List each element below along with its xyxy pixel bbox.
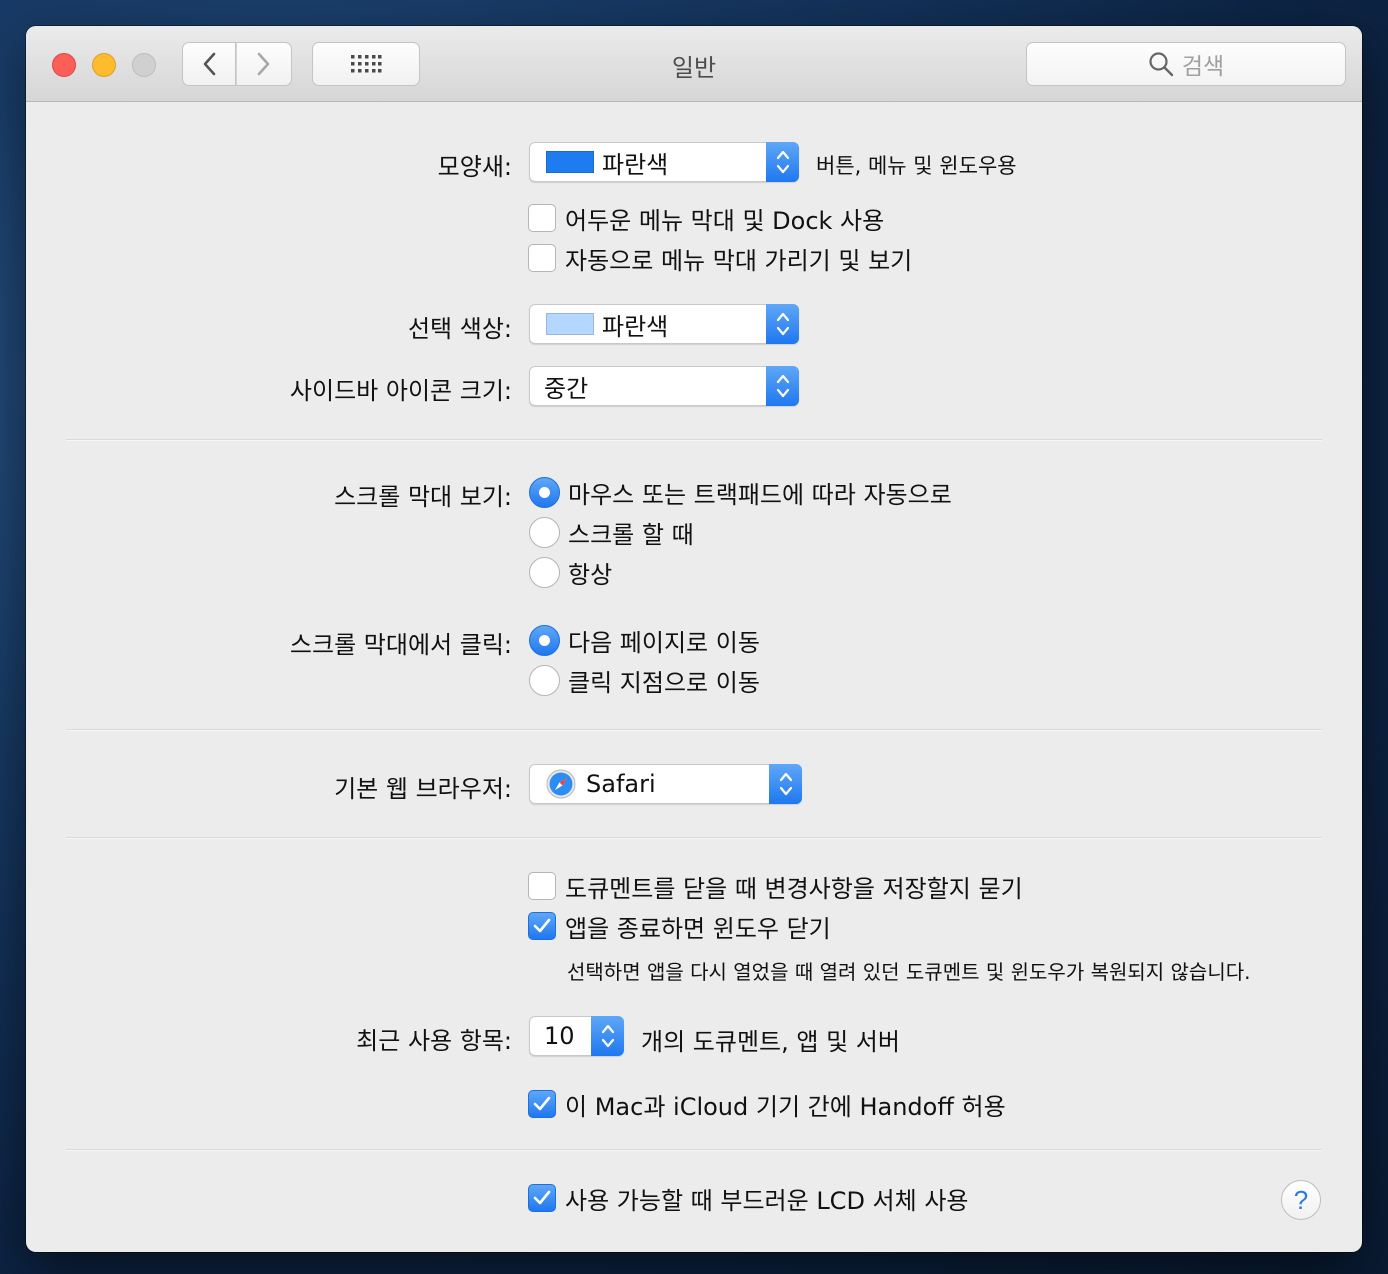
- lcd-font-option[interactable]: 사용 가능할 때 부드러운 LCD 서체 사용: [528, 1183, 969, 1215]
- click-next-page-radio[interactable]: [529, 624, 560, 656]
- appearance-value: 파란색: [602, 150, 669, 179]
- lcd-font-label: 사용 가능할 때 부드러운 LCD 서체 사용: [565, 1186, 969, 1215]
- lcd-font-checkbox[interactable]: [528, 1184, 556, 1212]
- titlebar: 일반 검색: [26, 26, 1362, 102]
- appearance-note: 버튼, 메뉴 및 윈도우용: [816, 154, 1017, 178]
- browser-popup[interactable]: Safari: [529, 764, 802, 804]
- highlight-color-swatch: [546, 313, 594, 335]
- popup-stepper-icon: [766, 142, 799, 182]
- popup-stepper-icon: [766, 366, 799, 406]
- click-spot-option[interactable]: 클릭 지점으로 이동: [529, 664, 760, 697]
- ask-keep-changes-checkbox[interactable]: [528, 872, 556, 900]
- ask-keep-changes-label: 도큐멘트를 닫을 때 변경사항을 저장할지 묻기: [565, 874, 1023, 903]
- help-button[interactable]: ?: [1281, 1180, 1321, 1220]
- dark-menu-label: 어두운 메뉴 막대 및 Dock 사용: [565, 206, 885, 235]
- scrollbars-always-label: 항상: [568, 560, 613, 589]
- search-placeholder: 검색: [1181, 54, 1225, 80]
- checkmark-icon: [533, 1190, 551, 1205]
- separator: [66, 1149, 1322, 1151]
- recent-items-label: 최근 사용 항목:: [356, 1027, 512, 1055]
- sidebar-icon-value: 중간: [544, 374, 589, 403]
- sidebar-icon-label: 사이드바 아이콘 크기:: [289, 377, 512, 405]
- dark-menu-checkbox[interactable]: [528, 204, 556, 232]
- popup-stepper-icon: [591, 1016, 624, 1056]
- scrollbars-always-option[interactable]: 항상: [529, 556, 613, 589]
- autohide-menu-option[interactable]: 자동으로 메뉴 막대 가리기 및 보기: [528, 243, 913, 275]
- highlight-value: 파란색: [602, 312, 669, 341]
- safari-compass-icon: [546, 769, 576, 799]
- appearance-label: 모양새:: [437, 153, 512, 181]
- highlight-popup[interactable]: 파란색: [529, 304, 799, 344]
- dark-menu-option[interactable]: 어두운 메뉴 막대 및 Dock 사용: [528, 203, 885, 235]
- show-scrollbars-label: 스크롤 막대 보기:: [334, 483, 512, 511]
- recent-items-value: 10: [544, 1022, 575, 1050]
- click-spot-radio[interactable]: [529, 664, 560, 696]
- appearance-popup[interactable]: 파란색: [529, 142, 799, 182]
- click-next-page-option[interactable]: 다음 페이지로 이동: [529, 624, 760, 657]
- click-spot-label: 클릭 지점으로 이동: [568, 668, 760, 697]
- close-windows-label: 앱을 종료하면 윈도우 닫기: [565, 914, 831, 943]
- scrollbars-auto-option[interactable]: 마우스 또는 트랙패드에 따라 자동으로: [529, 476, 952, 509]
- scrollbars-scrolling-radio[interactable]: [529, 516, 560, 548]
- scrollbars-scrolling-label: 스크롤 할 때: [568, 520, 694, 549]
- browser-value: Safari: [586, 770, 656, 798]
- preferences-window: 일반 검색 모양새: 파란색 버튼, 메뉴 및 윈도우용 어두운 메뉴 막대 및…: [26, 26, 1362, 1252]
- autohide-menu-checkbox[interactable]: [528, 244, 556, 272]
- separator: [66, 729, 1322, 731]
- sidebar-icon-popup[interactable]: 중간: [529, 366, 799, 406]
- checkmark-icon: [533, 1096, 551, 1111]
- autohide-menu-label: 자동으로 메뉴 막대 가리기 및 보기: [565, 246, 913, 275]
- search-icon: [1149, 52, 1174, 77]
- ask-keep-changes-option[interactable]: 도큐멘트를 닫을 때 변경사항을 저장할지 묻기: [528, 871, 1023, 903]
- popup-stepper-icon: [766, 304, 799, 344]
- scrollbars-scrolling-option[interactable]: 스크롤 할 때: [529, 516, 694, 549]
- recent-items-suffix: 개의 도큐멘트, 앱 및 서버: [641, 1028, 900, 1056]
- scrollbars-auto-label: 마우스 또는 트랙패드에 따라 자동으로: [568, 480, 952, 509]
- click-scrollbar-label: 스크롤 막대에서 클릭:: [289, 631, 512, 659]
- recent-items-popup[interactable]: 10: [529, 1016, 624, 1056]
- appearance-color-swatch: [546, 151, 594, 173]
- scrollbars-auto-radio[interactable]: [529, 476, 560, 508]
- checkmark-icon: [533, 918, 551, 933]
- search-field[interactable]: 검색: [1026, 42, 1346, 86]
- separator: [66, 439, 1322, 441]
- close-windows-checkbox[interactable]: [528, 912, 556, 940]
- scrollbars-always-radio[interactable]: [529, 556, 560, 588]
- handoff-checkbox[interactable]: [528, 1090, 556, 1118]
- close-windows-option[interactable]: 앱을 종료하면 윈도우 닫기: [528, 911, 831, 943]
- handoff-option[interactable]: 이 Mac과 iCloud 기기 간에 Handoff 허용: [528, 1089, 1006, 1121]
- handoff-label: 이 Mac과 iCloud 기기 간에 Handoff 허용: [565, 1092, 1006, 1121]
- highlight-label: 선택 색상:: [407, 315, 512, 343]
- close-windows-hint: 선택하면 앱을 다시 열었을 때 열려 있던 도큐멘트 및 윈도우가 복원되지 …: [567, 960, 1251, 984]
- browser-label: 기본 웹 브라우저:: [334, 775, 512, 803]
- click-next-page-label: 다음 페이지로 이동: [568, 628, 760, 657]
- popup-stepper-icon: [769, 764, 802, 804]
- separator: [66, 837, 1322, 839]
